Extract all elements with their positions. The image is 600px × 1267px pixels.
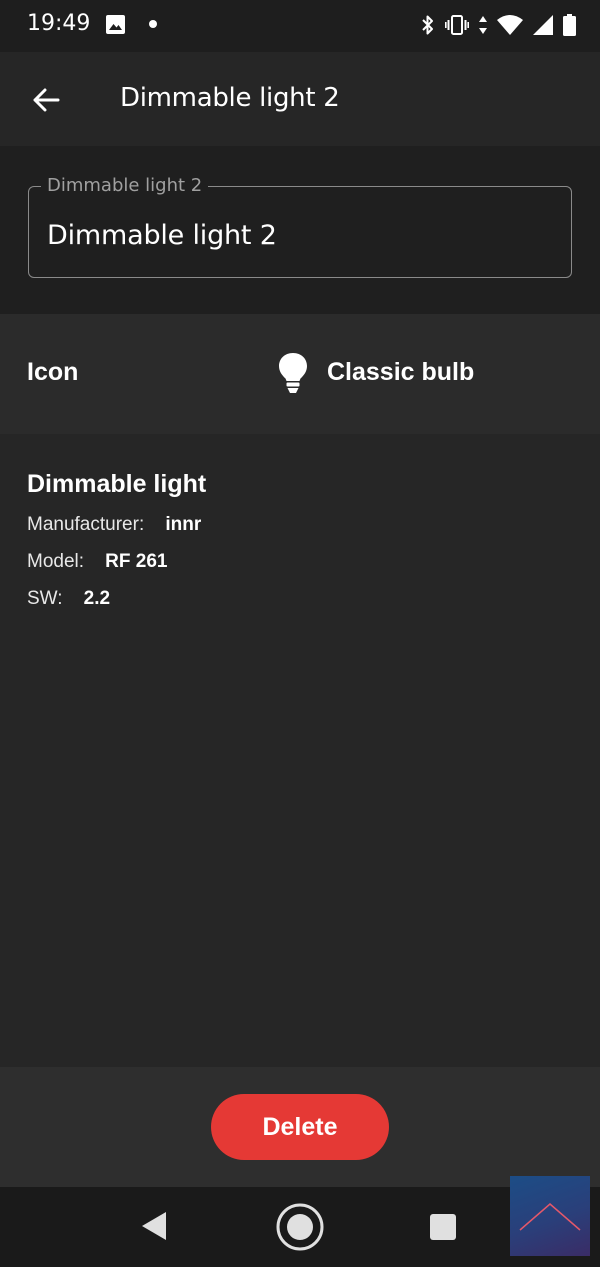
status-icons (421, 12, 576, 38)
gallery-icon (106, 15, 125, 34)
status-time: 19:49 (27, 11, 91, 36)
device-type-title: Dimmable light (27, 470, 207, 498)
sw-value: 2.2 (83, 588, 111, 609)
delete-button[interactable]: Delete (211, 1094, 389, 1160)
overlay-badge (510, 1176, 590, 1256)
app-bar: Dimmable light 2 (0, 52, 600, 146)
arrow-back-icon (33, 88, 60, 112)
icon-row-label: Icon (27, 358, 79, 386)
manufacturer-value: innr (165, 514, 202, 535)
bluetooth-icon (422, 15, 433, 35)
light-name-field[interactable]: Dimmable light 2 Dimmable light 2 (28, 175, 572, 278)
cell-signal-icon (533, 15, 553, 35)
page-title: Dimmable light 2 (120, 83, 340, 113)
name-field-value[interactable]: Dimmable light 2 (47, 220, 277, 251)
model-label: Model: (27, 551, 85, 572)
name-field-label: Dimmable light 2 (41, 175, 209, 196)
chevron-up-icon (519, 1203, 581, 1231)
data-arrows-icon (479, 16, 487, 34)
bulb-icon (279, 353, 307, 393)
notification-dot-icon (149, 20, 157, 28)
manufacturer-label: Manufacturer: (27, 514, 145, 535)
nav-back-icon[interactable] (141, 1211, 167, 1241)
software-line: SW: 2.2 (27, 588, 110, 610)
model-line: Model: RF 261 (27, 551, 167, 573)
nav-home-icon[interactable] (275, 1202, 325, 1252)
nav-recents-icon[interactable] (430, 1214, 456, 1240)
icon-row-value: Classic bulb (327, 358, 475, 386)
name-section: Dimmable light 2 Dimmable light 2 (0, 146, 600, 314)
model-value: RF 261 (105, 551, 168, 572)
sw-label: SW: (27, 588, 63, 609)
vibrate-icon (445, 15, 469, 35)
manufacturer-line: Manufacturer: innr (27, 514, 201, 536)
bottom-action-bar: Delete (0, 1067, 600, 1187)
back-button[interactable] (26, 80, 66, 120)
wifi-icon (497, 15, 523, 35)
battery-icon (563, 14, 576, 36)
status-bar: 19:49 (0, 0, 600, 52)
